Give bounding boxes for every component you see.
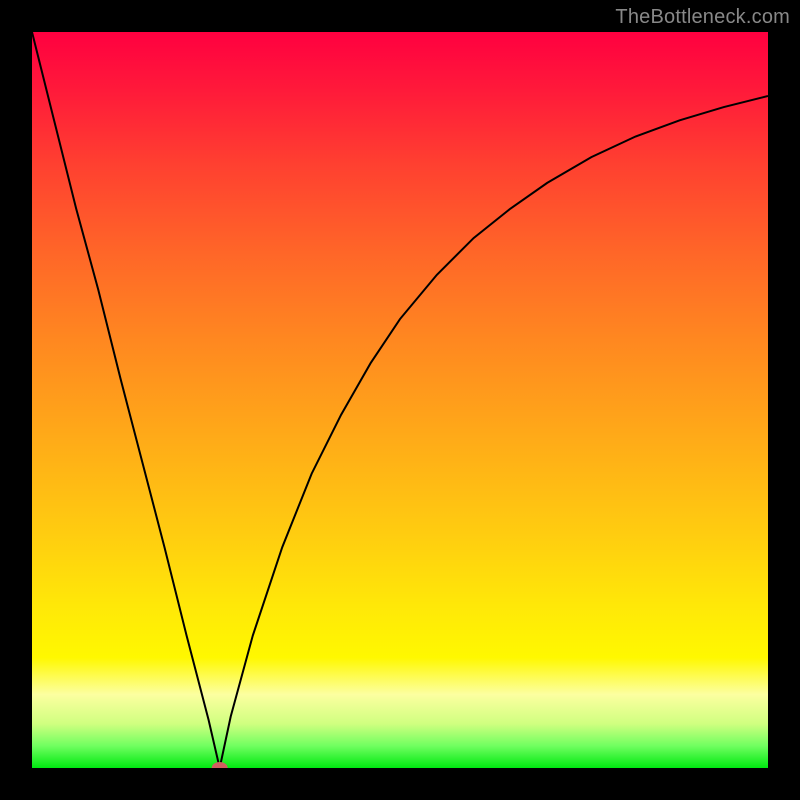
plot-area: [32, 32, 768, 768]
watermark-text: TheBottleneck.com: [615, 6, 790, 29]
curve-path: [32, 32, 768, 768]
optimal-point-marker: [212, 762, 228, 768]
bottleneck-chart: TheBottleneck.com: [0, 0, 800, 800]
plot-svg: [32, 32, 768, 768]
